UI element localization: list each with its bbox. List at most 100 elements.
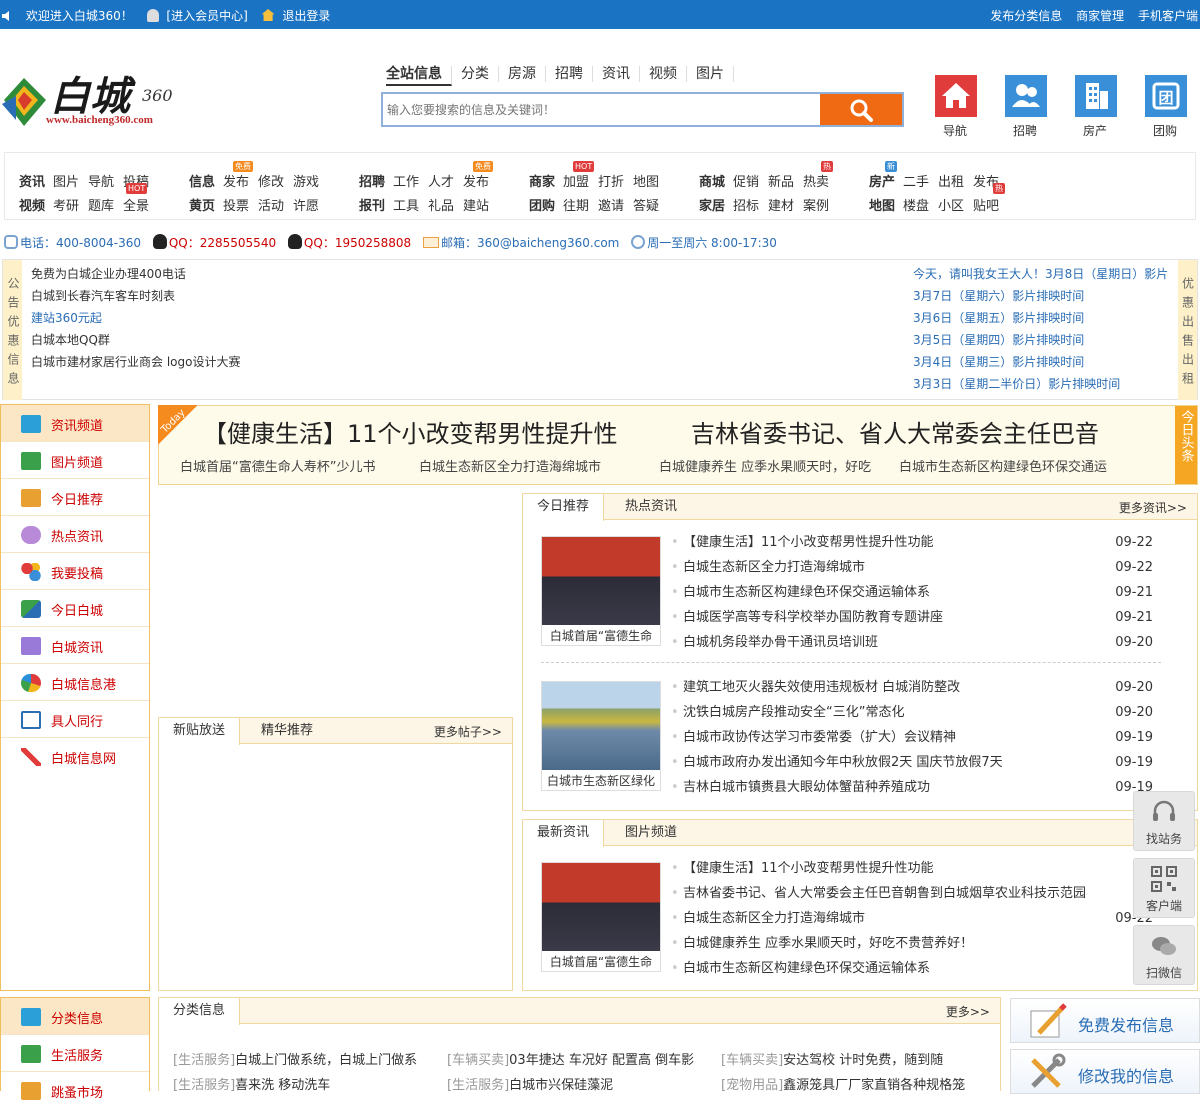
news-title[interactable]: 白城健康养生 应季水果顺天时，好吃不贵营养好！ xyxy=(683,936,973,951)
catnav-item[interactable]: 活动 xyxy=(258,199,284,214)
search-tab-news[interactable]: 资讯 xyxy=(593,66,640,82)
more-classified-link[interactable]: 更多>> xyxy=(946,1003,990,1020)
catnav-item[interactable]: 人才 xyxy=(428,175,454,190)
catnav-item[interactable]: 二手 xyxy=(903,175,929,190)
logout-link[interactable]: 退出登录 xyxy=(282,9,330,23)
catnav-head[interactable]: 招聘 xyxy=(359,175,385,190)
catnav-item[interactable]: 邀请 xyxy=(598,199,624,214)
news-thumb-1[interactable]: 白城首届“富德生命 xyxy=(541,536,661,646)
news-title[interactable]: 白城生态新区全力打造海绵城市 xyxy=(683,911,865,926)
member-center-link[interactable]: [进入会员中心] xyxy=(166,9,247,23)
news-row[interactable]: •【健康生活】11个小改变帮男性提升性功能09 xyxy=(671,856,1153,881)
news-title[interactable]: 白城生态新区全力打造海绵城市 xyxy=(683,560,865,575)
catnav-item[interactable]: 招标 xyxy=(733,199,759,214)
catnav-item[interactable]: 发布 xyxy=(463,175,489,190)
news-row[interactable]: •吉林省委书记、省人大常委会主任巴音朝鲁到白城烟草农业科技示范园09 xyxy=(671,881,1153,906)
classified-item[interactable]: [生活服务]白城上门做系统，白城上门做系 xyxy=(173,1049,417,1068)
tab-new-posts[interactable]: 新贴放送 xyxy=(159,718,241,745)
news-title[interactable]: 白城机务段举办骨干通讯员培训班 xyxy=(683,635,878,650)
nav-group-button[interactable]: 团 xyxy=(1145,75,1187,117)
catnav-item[interactable]: 加盟 xyxy=(563,175,589,190)
headline-sub[interactable]: 白城生态新区全力打造海绵城市 xyxy=(419,456,601,475)
news-row[interactable]: • 白城市生态新区构建绿色环保交通运输体系 09-21 xyxy=(671,580,1153,605)
catnav-item[interactable]: 打折 xyxy=(598,175,624,190)
news-title[interactable]: 建筑工地灭火器失效使用违规板材 白城消防整改 xyxy=(683,680,960,695)
news-row[interactable]: • 吉林白城市镇赉县大眼幼体蟹苗种养殖成功 09-19 xyxy=(671,775,1153,800)
catnav-item[interactable]: 工作 xyxy=(393,175,419,190)
mobile-link[interactable]: 手机客户端 xyxy=(1138,9,1198,23)
catnav-item[interactable]: 往期 xyxy=(563,199,589,214)
catnav-item[interactable]: 考研 xyxy=(53,199,79,214)
more-posts-link[interactable]: 更多帖子>> xyxy=(434,723,502,740)
notice-link[interactable]: 白城到长春汽车客车时刻表 xyxy=(31,285,175,307)
sidebar-item-submit[interactable]: 我要投稿 xyxy=(1,553,149,590)
catnav-item[interactable]: 建材 xyxy=(768,199,794,214)
news-row[interactable]: • 【健康生活】11个小改变帮男性提升性功能 09-22 xyxy=(671,530,1153,555)
catnav-head[interactable]: 视频 xyxy=(19,199,45,214)
contact-qq-2[interactable]: QQ：1950258808 xyxy=(304,236,411,250)
site-logo[interactable]: 白城 360 www.baicheng360.com xyxy=(2,64,202,128)
news-row[interactable]: • 建筑工地灭火器失效使用违规板材 白城消防整改 09-20 xyxy=(671,675,1153,700)
nav-jobs-button[interactable] xyxy=(1005,75,1047,117)
tab-today-recommend[interactable]: 今日推荐 xyxy=(523,494,605,521)
sidebar-item-city-news[interactable]: 白城资讯 xyxy=(1,627,149,664)
movie-link[interactable]: 今天，请叫我女王大人！3月8日（星期日）影片 xyxy=(913,263,1168,285)
movie-link[interactable]: 3月7日（星期六）影片排映时间 xyxy=(913,285,1084,307)
catnav-item[interactable]: 修改 xyxy=(258,175,284,190)
headline-sub[interactable]: 白城健康养生 应季水果顺天时，好吃 xyxy=(659,456,871,475)
classified-item[interactable]: [车辆买卖]安达驾校 计时免费，随到随 xyxy=(721,1049,943,1068)
news-row[interactable]: • 白城市政协传达学习市委常委（扩大）会议精神 09-19 xyxy=(671,725,1153,750)
news-row[interactable]: • 白城生态新区全力打造海绵城市 09-22 xyxy=(671,555,1153,580)
notice-link[interactable]: 白城市建材家居行业商会 logo设计大赛 xyxy=(31,351,240,373)
catnav-item[interactable]: 导航 xyxy=(88,175,114,190)
catnav-item[interactable]: 答疑 xyxy=(633,199,659,214)
edit-info-button[interactable]: 修改我的信息 xyxy=(1010,1049,1200,1094)
notice-link[interactable]: 白城本地QQ群 xyxy=(31,329,110,351)
search-tab-house[interactable]: 房源 xyxy=(499,66,546,82)
classified-item[interactable]: [车辆买卖]03年捷达 车况好 配置高 倒车影 xyxy=(447,1049,694,1068)
find-staff-button[interactable]: 找站务 xyxy=(1133,791,1195,851)
catnav-item[interactable]: 建站 xyxy=(463,199,489,214)
search-tab-all[interactable]: 全站信息 xyxy=(386,66,452,86)
news-title[interactable]: 吉林省委书记、省人大常委会主任巴音朝鲁到白城烟草农业科技示范园 xyxy=(683,886,1086,901)
news-row[interactable]: •白城健康养生 应季水果顺天时，好吃不贵营养好！09 xyxy=(671,931,1153,956)
nav-home-button[interactable] xyxy=(935,75,977,117)
news-row[interactable]: •白城市生态新区构建绿色环保交通运输体系09 xyxy=(671,956,1153,981)
classified-item[interactable]: [生活服务]白城市兴保硅藻泥 xyxy=(447,1074,613,1093)
search-tab-jobs[interactable]: 招聘 xyxy=(546,66,593,82)
catnav-item[interactable]: 楼盘 xyxy=(903,199,929,214)
headline-sub[interactable]: 白城首届“富德生命人寿杯”少儿书 xyxy=(180,456,375,475)
catnav-item[interactable]: 图片 xyxy=(53,175,79,190)
tab-featured[interactable]: 精华推荐 xyxy=(247,718,327,744)
sidebar-item-info-net[interactable]: 白城信息网 xyxy=(1,738,149,775)
catnav-head[interactable]: 房产 xyxy=(869,175,895,190)
search-tab-video[interactable]: 视频 xyxy=(640,66,687,82)
catnav-head[interactable]: 地图 xyxy=(869,199,895,214)
catnav-item[interactable]: 案例 xyxy=(803,199,829,214)
classified-item[interactable]: [生活服务]喜来洗 移动洗车 xyxy=(173,1074,330,1093)
sidebar-item-today[interactable]: 今日白城 xyxy=(1,590,149,627)
news-row[interactable]: • 白城生态新区全力打造海绵城市 09-22 xyxy=(671,906,1153,931)
catnav-head[interactable]: 商家 xyxy=(529,175,555,190)
catnav-head[interactable]: 团购 xyxy=(529,199,555,214)
movie-link[interactable]: 3月3日（星期二半价日）影片排映时间 xyxy=(913,373,1120,395)
classified-title[interactable]: 03年捷达 车况好 配置高 倒车影 xyxy=(509,1053,694,1068)
catnav-item[interactable]: 贴吧 xyxy=(973,199,999,214)
classified-title[interactable]: 安达驾校 计时免费，随到随 xyxy=(783,1053,943,1068)
catnav-item[interactable]: 题库 xyxy=(88,199,114,214)
news-title[interactable]: 【健康生活】11个小改变帮男性提升性功能 xyxy=(683,861,934,876)
movie-link[interactable]: 3月4日（星期三）影片排映时间 xyxy=(913,351,1084,373)
classified-item[interactable]: [宠物用品]鑫源笼具厂厂家直销各种规格笼 xyxy=(721,1074,965,1093)
headline-sub[interactable]: 白城市生态新区构建绿色环保交通运 xyxy=(899,456,1107,475)
sidebar-item-portal[interactable]: 白城信息港 xyxy=(1,664,149,701)
catnav-head[interactable]: 黄页 xyxy=(189,199,215,214)
contact-qq-1[interactable]: QQ：2285505540 xyxy=(169,236,276,250)
catnav-item[interactable]: 工具 xyxy=(393,199,419,214)
search-input[interactable] xyxy=(387,100,807,120)
sidebar-item-hot[interactable]: 热点资讯 xyxy=(1,516,149,553)
catnav-item[interactable]: 投票 xyxy=(223,199,249,214)
sidebar-item-life-service[interactable]: 生活服务 xyxy=(1,1035,149,1072)
headline-main-1[interactable]: 【健康生活】11个小改变帮男性提升性 xyxy=(203,414,618,449)
news-title[interactable]: 白城市政府办发出通知今年中秋放假2天 国庆节放假7天 xyxy=(683,755,1003,770)
sidebar-item-news[interactable]: 资讯频道 xyxy=(1,405,149,442)
